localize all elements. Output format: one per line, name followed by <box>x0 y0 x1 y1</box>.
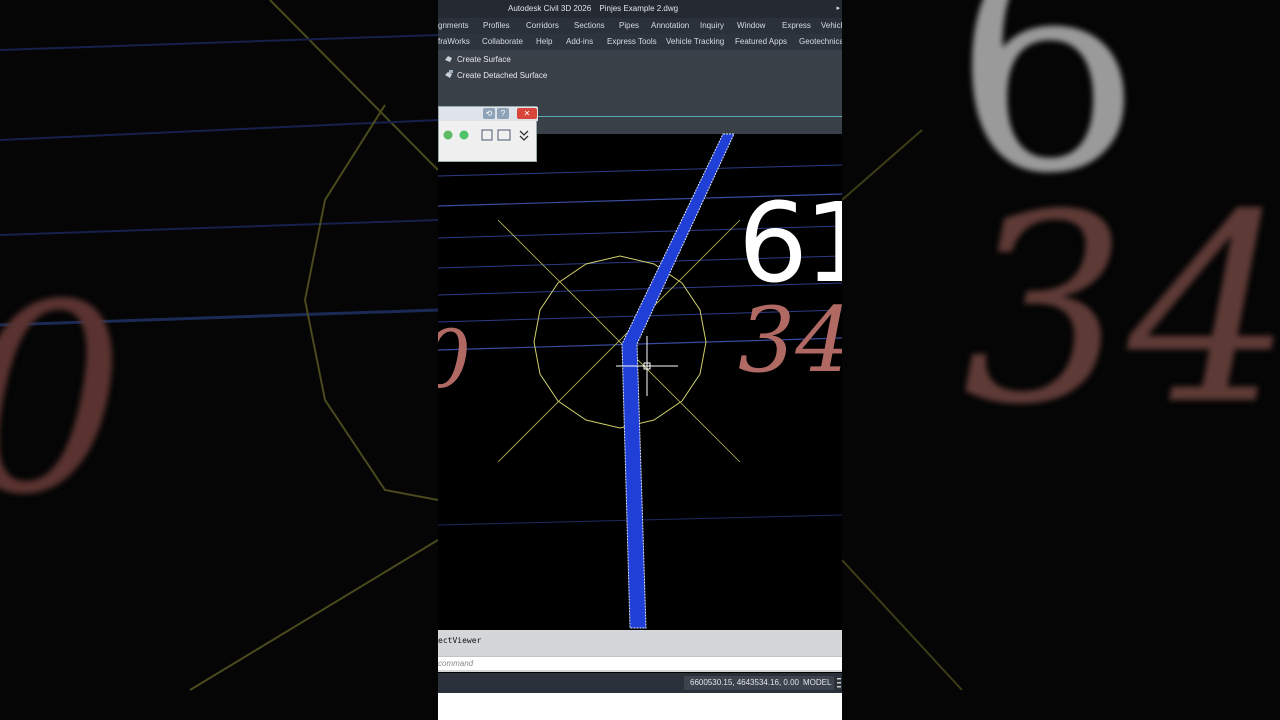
green-dot-icon <box>459 130 469 140</box>
toolbar-icons <box>443 129 537 148</box>
elevation-label-red: 34 <box>738 288 842 393</box>
floating-toolbar: ⟲ ? ✕ <box>438 106 538 162</box>
command-line-area: ectViewer command <box>438 630 842 672</box>
status-bar: 6600530.15, 4643534.16, 0.00 MODEL <box>438 673 842 693</box>
add-point-icon <box>443 130 453 140</box>
table-icon <box>481 129 493 141</box>
bottom-blank <box>438 693 842 720</box>
restore-icon[interactable]: ⟲ <box>483 108 495 119</box>
selected-polyline <box>621 133 735 629</box>
help-icon[interactable]: ? <box>497 108 509 119</box>
close-icon[interactable]: ✕ <box>517 108 537 119</box>
model-space-button[interactable]: MODEL <box>800 676 835 690</box>
grid-line <box>438 164 842 177</box>
command-history: ectViewer <box>438 636 482 645</box>
expand-down-icon <box>519 130 529 141</box>
left-red-number: 0 <box>0 250 125 552</box>
civil3d-window: Autodesk Civil 3D 2026 Pinjes Example 2.… <box>438 0 842 720</box>
command-input[interactable]: command <box>438 656 842 670</box>
toolbar-header[interactable]: ⟲ ? ✕ <box>439 107 538 121</box>
right-red-number: 34 <box>962 160 1280 462</box>
coordinate-readout[interactable]: 6600530.15, 4643534.16, 0.00 <box>684 676 805 690</box>
elevation-label-red-left: 0 <box>438 320 471 400</box>
elevation-label-large: 61 <box>738 179 842 307</box>
left-blurred-backdrop: 0 <box>0 0 438 720</box>
right-blurred-backdrop: 6 34 <box>842 0 1280 720</box>
layers-icon <box>497 129 511 141</box>
